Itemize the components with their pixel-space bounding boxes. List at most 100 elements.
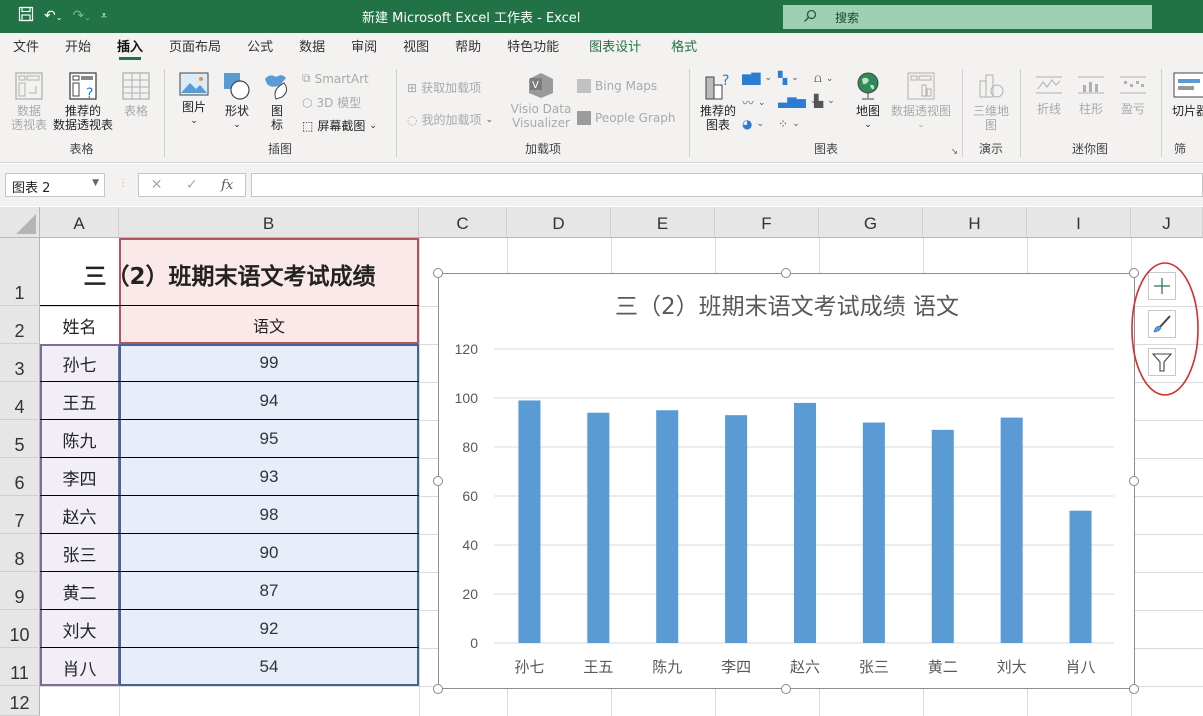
resize-handle-left[interactable]	[433, 476, 443, 486]
tab-chart-design[interactable]: 图表设计	[576, 33, 654, 63]
score-cell[interactable]: 92	[119, 610, 419, 648]
pivot-table-button[interactable]: 数据 透视表	[8, 71, 50, 132]
sparkline-line-button[interactable]: 折线	[1031, 71, 1067, 116]
resize-handle-bottom[interactable]	[781, 684, 791, 694]
shapes-button[interactable]: 形状 ⌄	[220, 71, 254, 132]
header-name-cell[interactable]: 姓名	[40, 306, 119, 344]
row-header-5[interactable]: 5	[0, 420, 40, 458]
column-header-d[interactable]: D	[507, 207, 611, 238]
select-all-button[interactable]	[0, 207, 40, 238]
row-header-3[interactable]: 3	[0, 344, 40, 382]
bar[interactable]	[1000, 417, 1023, 643]
icons-button[interactable]: 图 标	[262, 71, 292, 132]
tab-data[interactable]: 数据	[286, 33, 338, 63]
recommended-pivot-button[interactable]: ? 推荐的 数据透视表	[50, 71, 116, 132]
get-addins-button[interactable]: ⊞ 获取加载项	[407, 79, 481, 96]
customize-qat-icon[interactable]: ⩡	[101, 9, 107, 23]
waterfall-chart-button[interactable]: ⩍ ⌄	[814, 71, 833, 86]
row-header-2[interactable]: 2	[0, 306, 40, 344]
bar[interactable]	[793, 402, 817, 643]
column-header-c[interactable]: C	[419, 207, 507, 238]
formula-input[interactable]	[251, 173, 1203, 197]
scatter-chart-button[interactable]: ⁘ ⌄	[778, 117, 800, 131]
row-header-12[interactable]: 12	[0, 686, 40, 716]
tab-file[interactable]: 文件	[0, 33, 52, 63]
row-header-10[interactable]: 10	[0, 610, 40, 648]
resize-handle-right[interactable]	[1129, 476, 1139, 486]
visio-visualizer-button[interactable]: V Visio Data Visualizer	[509, 71, 573, 130]
name-cell[interactable]: 王五	[40, 382, 119, 420]
chart-title[interactable]: 三（2）班期末语文考试成绩 语文	[615, 294, 959, 320]
pie-chart-button[interactable]: ◕ ⌄	[742, 117, 764, 131]
score-cell[interactable]: 98	[119, 496, 419, 534]
my-addins-button[interactable]: ◌ 我的加载项 ⌄	[407, 111, 493, 128]
name-cell[interactable]: 黄二	[40, 572, 119, 610]
enter-icon[interactable]: ✓	[186, 177, 198, 193]
column-header-b[interactable]: B	[119, 207, 419, 238]
screenshot-button[interactable]: ⬚ 屏幕截图 ⌄	[302, 117, 377, 134]
bar[interactable]	[518, 400, 541, 643]
resize-handle-bottom-left[interactable]	[433, 684, 443, 694]
pivot-chart-button[interactable]: 数据透视图 ⌄	[888, 71, 954, 132]
row-header-4[interactable]: 4	[0, 382, 40, 420]
save-icon[interactable]	[18, 6, 34, 26]
bar[interactable]	[725, 415, 748, 643]
cancel-icon[interactable]: ✕	[151, 177, 163, 193]
name-cell[interactable]: 李四	[40, 458, 119, 496]
undo-icon[interactable]: ↶⌄	[44, 8, 62, 24]
sparkline-column-button[interactable]: 柱形	[1073, 71, 1109, 116]
column-header-f[interactable]: F	[715, 207, 819, 238]
tab-insert[interactable]: 插入	[104, 33, 156, 63]
column-chart-button[interactable]: ▆▇ ⌄	[742, 71, 772, 85]
3d-models-button[interactable]: ⬡ 3D 模型	[302, 94, 361, 111]
row-header-1[interactable]: 1	[0, 238, 40, 306]
search-box[interactable]: 搜索	[783, 5, 1152, 29]
redo-icon[interactable]: ↷⌄	[72, 8, 90, 24]
row-header-9[interactable]: 9	[0, 572, 40, 610]
column-header-e[interactable]: E	[611, 207, 715, 238]
bar[interactable]	[587, 412, 610, 643]
name-cell[interactable]: 肖八	[40, 648, 119, 686]
tab-home[interactable]: 开始	[52, 33, 104, 63]
score-cell[interactable]: 90	[119, 534, 419, 572]
people-graph-button[interactable]: People Graph	[577, 111, 676, 125]
row-header-8[interactable]: 8	[0, 534, 40, 572]
name-box[interactable]: 图表 2 ▼	[5, 173, 105, 197]
smartart-button[interactable]: ⧉ SmartArt	[302, 71, 369, 86]
score-cell[interactable]: 94	[119, 382, 419, 420]
sparkline-winloss-button[interactable]: 盈亏	[1115, 71, 1151, 116]
column-header-h[interactable]: H	[923, 207, 1027, 238]
dialog-launcher-icon[interactable]: ↘	[950, 147, 958, 157]
name-cell[interactable]: 陈九	[40, 420, 119, 458]
column-header-g[interactable]: G	[819, 207, 923, 238]
score-cell[interactable]: 95	[119, 420, 419, 458]
tab-page-layout[interactable]: 页面布局	[156, 33, 234, 63]
resize-handle-top[interactable]	[781, 268, 791, 278]
3d-map-button[interactable]: 三维地 图	[969, 71, 1013, 132]
sheet-title-cell[interactable]: 三（2）班期末语文考试成绩	[40, 238, 419, 306]
bar[interactable]	[862, 422, 885, 644]
column-chart[interactable]: 三（2）班期末语文考试成绩 语文 0 20 40 60 80 100 120 孙七 王五 陈九 李…	[438, 273, 1135, 689]
tab-format[interactable]: 格式	[658, 33, 710, 63]
row-header-7[interactable]: 7	[0, 496, 40, 534]
hierarchy-chart-button[interactable]: ▚ ⌄	[778, 71, 799, 85]
combo-chart-button[interactable]: ▙ ⌄	[814, 94, 835, 108]
row-header-6[interactable]: 6	[0, 458, 40, 496]
score-cell[interactable]: 99	[119, 344, 419, 382]
row-header-11[interactable]: 11	[0, 648, 40, 686]
column-header-a[interactable]: A	[40, 207, 119, 238]
bing-maps-button[interactable]: Bing Maps	[577, 79, 657, 93]
table-button[interactable]: 表格	[118, 71, 154, 118]
fx-icon[interactable]: fx	[221, 178, 233, 193]
score-cell[interactable]: 93	[119, 458, 419, 496]
name-cell[interactable]: 刘大	[40, 610, 119, 648]
chevron-down-icon[interactable]: ▼	[92, 178, 99, 188]
column-header-j[interactable]: J	[1131, 207, 1203, 238]
column-header-i[interactable]: I	[1027, 207, 1131, 238]
line-chart-button[interactable]: 〰 ⌄	[742, 94, 766, 111]
score-cell[interactable]: 54	[119, 648, 419, 686]
name-cell[interactable]: 孙七	[40, 344, 119, 382]
bar[interactable]	[656, 410, 679, 643]
slicer-button[interactable]: 切片器	[1172, 71, 1203, 118]
tab-view[interactable]: 视图	[390, 33, 442, 63]
